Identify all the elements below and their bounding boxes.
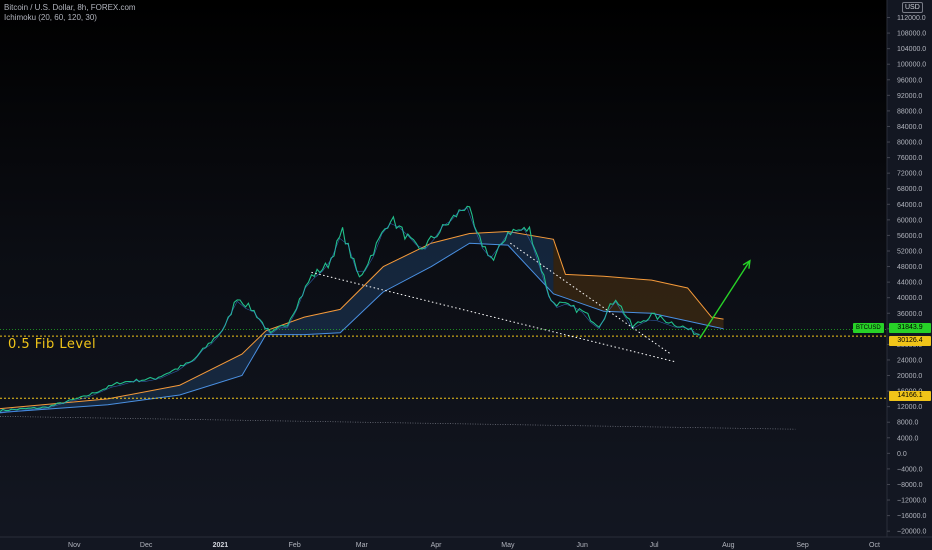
y-tick-label: −4000.0 <box>897 466 923 473</box>
y-tick-label: −12000.0 <box>897 498 926 505</box>
x-tick-label: Jun <box>577 542 588 549</box>
y-tick-label: 60000.0 <box>897 217 922 224</box>
projection-arrow-shaft <box>699 260 751 339</box>
x-axis: Nov Dec 2021 Feb Mar Apr May Jun Jul Aug Sep Oct <box>0 536 932 550</box>
x-tick-label: 2021 <box>213 542 229 549</box>
y-axis: −20000.0 −16000.0 −12000.0 −8000.0 −4000.0 0.… <box>886 0 932 550</box>
chart-root[interactable]: −20000.0 −16000.0 −12000.0 −8000.0 −4000.0 0.… <box>0 0 932 550</box>
fib-level-label: 0.5 Fib Level <box>8 337 97 352</box>
y-tick-label: 92000.0 <box>897 93 922 100</box>
y-tick-label: 8000.0 <box>897 420 919 427</box>
y-tick-label: 104000.0 <box>897 46 926 53</box>
kumo-lower-line <box>0 242 724 413</box>
y-tick-label: 108000.0 <box>897 31 926 38</box>
y-tick-label: 40000.0 <box>897 295 922 302</box>
support-level-price-tag: 14166.1 <box>889 391 931 401</box>
x-tick-label: Apr <box>431 542 443 549</box>
y-tick-label: 88000.0 <box>897 108 922 115</box>
y-tick-label: −8000.0 <box>897 482 923 489</box>
y-tick-label: 12000.0 <box>897 404 922 411</box>
projection-arrow-head <box>742 259 751 269</box>
x-tick-label: May <box>501 542 515 549</box>
x-tick-label: Jul <box>650 542 659 549</box>
y-tick-label: 0.0 <box>897 451 907 458</box>
y-tick-label: 48000.0 <box>897 264 922 271</box>
kumo-cloud-bullish <box>0 231 554 413</box>
symbol-price-tag: BTCUSD <box>853 323 884 333</box>
y-tick-label: 64000.0 <box>897 202 922 209</box>
y-tick-label: 100000.0 <box>897 62 926 69</box>
x-tick-label: Oct <box>869 542 880 549</box>
x-tick-label: Sep <box>796 542 809 549</box>
y-tick-label: 36000.0 <box>897 311 922 318</box>
y-tick-label: 20000.0 <box>897 373 922 380</box>
x-tick-label: Nov <box>68 542 81 549</box>
fib-level-price-tag: 30126.4 <box>889 336 931 346</box>
x-tick-label: Aug <box>722 542 735 549</box>
y-tick-label: 76000.0 <box>897 155 922 162</box>
y-tick-label: 112000.0 <box>897 15 926 22</box>
indicator-legend[interactable]: Ichimoku (20, 60, 120, 30) <box>4 13 97 22</box>
x-tick-label: Mar <box>356 542 369 549</box>
symbol-title: Bitcoin / U.S. Dollar, 8h, FOREX.com <box>4 3 136 12</box>
kumo-cloud-bearish <box>553 239 724 329</box>
y-tick-label: 72000.0 <box>897 171 922 178</box>
y-tick-label: 56000.0 <box>897 233 922 240</box>
y-tick-label: 44000.0 <box>897 280 922 287</box>
price-chart[interactable]: −20000.0 −16000.0 −12000.0 −8000.0 −4000.0 0.… <box>0 0 932 550</box>
currency-button[interactable]: USD <box>902 2 923 13</box>
x-tick-label: Dec <box>140 542 153 549</box>
y-tick-label: −20000.0 <box>897 529 926 536</box>
last-price-tag: 31843.9 <box>889 323 931 333</box>
y-tick-label: −16000.0 <box>897 513 926 520</box>
y-tick-label: 4000.0 <box>897 435 919 442</box>
y-tick-label: 52000.0 <box>897 248 922 255</box>
x-tick-label: Feb <box>289 542 301 549</box>
y-tick-label: 24000.0 <box>897 357 922 364</box>
levels-layer <box>0 329 887 430</box>
long-trend-line <box>0 416 796 430</box>
y-tick-label: 80000.0 <box>897 140 922 147</box>
y-tick-label: 96000.0 <box>897 77 922 84</box>
y-tick-label: 68000.0 <box>897 186 922 193</box>
kumo-upper-line <box>0 231 724 410</box>
y-tick-label: 84000.0 <box>897 124 922 131</box>
